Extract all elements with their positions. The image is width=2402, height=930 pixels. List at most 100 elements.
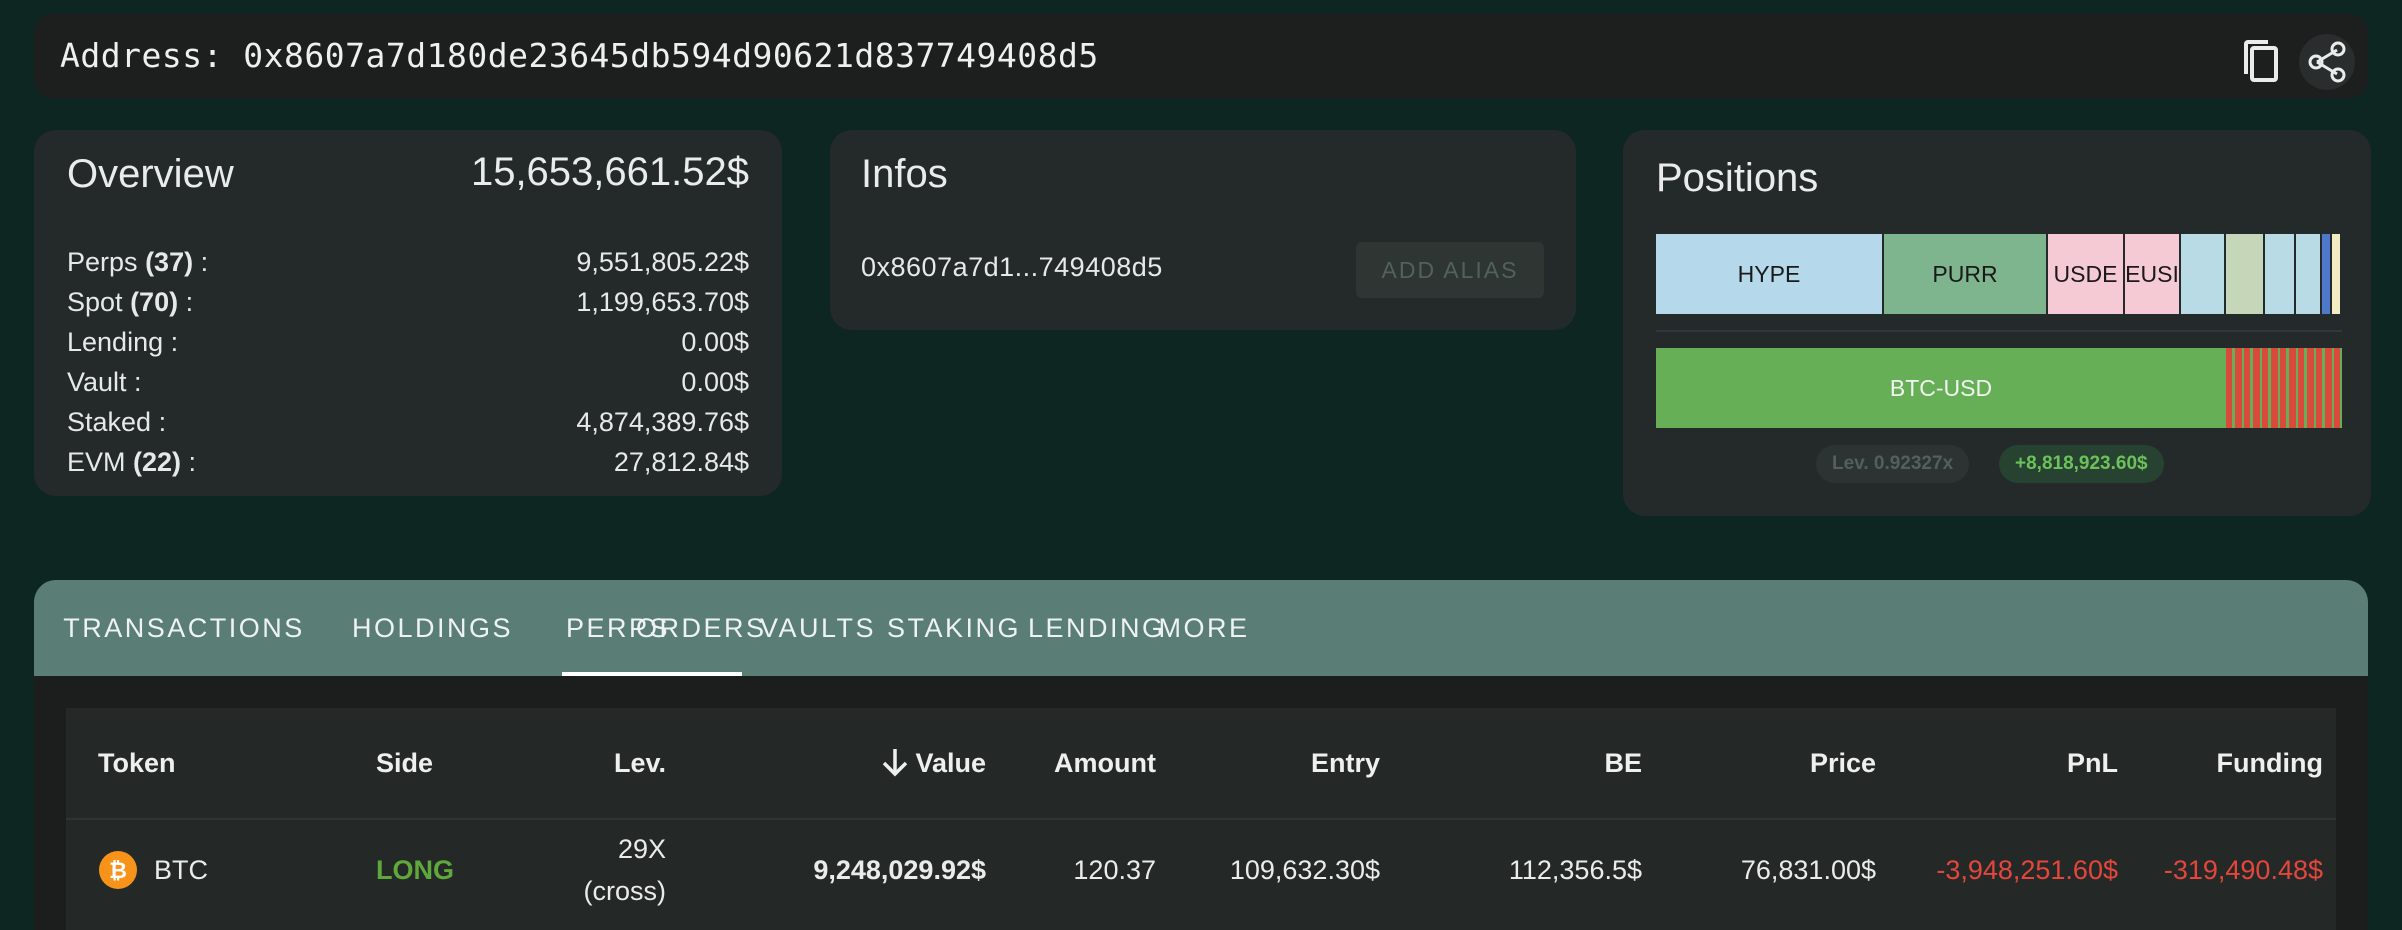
column-header-price[interactable]: Price	[1666, 708, 1876, 818]
copy-icon[interactable]	[2234, 34, 2290, 90]
leverage-label: Lev.	[1832, 453, 1869, 474]
tab-transactions[interactable]: TRANSACTIONS	[34, 580, 334, 676]
overview-row: Perps (37) : 9,551,805.22$	[67, 242, 749, 282]
tab-orders[interactable]: ORDERS	[636, 580, 766, 676]
column-header-label: Funding	[2216, 748, 2323, 778]
active-tab-indicator	[562, 672, 742, 676]
column-header-label: Amount	[1054, 748, 1156, 778]
share-icon[interactable]	[2299, 34, 2355, 90]
overview-row: Vault : 0.00$	[67, 362, 749, 402]
leverage-value: 0.92327x	[1873, 453, 1954, 474]
column-header-label: PnL	[2067, 748, 2118, 778]
pnl-chip: +8,818,923.60$	[1999, 445, 2164, 483]
positions-title: Positions	[1656, 156, 1819, 200]
column-header-be[interactable]: BE	[1396, 708, 1642, 818]
tab-lending[interactable]: LENDING	[1028, 580, 1163, 676]
overview-row: EVM (22) : 27,812.84$	[67, 442, 749, 482]
row-suffix: :	[163, 326, 179, 357]
overview-row: Staked : 4,874,389.76$	[67, 402, 749, 442]
row-suffix: :	[126, 366, 142, 397]
cell-leverage: 29X (cross)	[546, 820, 667, 920]
divider	[1656, 330, 2342, 332]
column-header-label: Token	[98, 748, 176, 778]
column-header-label: BE	[1604, 748, 1642, 778]
column-header-funding[interactable]: Funding	[2136, 708, 2323, 818]
column-header-label: Price	[1809, 748, 1876, 778]
cell-entry: 109,632.30$	[1229, 854, 1380, 885]
tab-vaults[interactable]: VAULTS	[758, 580, 878, 676]
overview-row-label: Vault :	[67, 367, 142, 398]
row-count: (70)	[130, 286, 179, 317]
cell-funding: -319,490.48$	[2163, 854, 2323, 885]
spot-segment[interactable]: HYPE	[1656, 234, 1884, 314]
overview-row-value: 9,551,805.22$	[576, 246, 749, 277]
cell-breakeven: 112,356.5$	[1508, 854, 1642, 885]
column-header-side[interactable]: Side	[376, 708, 526, 818]
perp-allocation-bar: BTC-USD	[1656, 348, 2342, 428]
row-label-text: Lending	[67, 326, 164, 357]
cell-pnl: -3,948,251.60$	[1936, 854, 2118, 885]
overview-title: Overview	[67, 152, 234, 196]
infos-card: Infos 0x8607a7d1...749408d5 ADD ALIAS	[830, 130, 1576, 330]
cell-value: 9,248,029.92$	[813, 854, 986, 885]
overview-row: Lending : 0.00$	[67, 322, 749, 362]
spot-segment[interactable]: PURR	[1884, 234, 2048, 314]
row-suffix: :	[178, 286, 194, 317]
tab-staking[interactable]: STAKING	[884, 580, 1024, 676]
column-header-label: Entry	[1310, 748, 1380, 778]
column-header-lev[interactable]: Lev.	[546, 708, 666, 818]
overview-row-value: 27,812.84$	[613, 446, 749, 477]
column-header-entry[interactable]: Entry	[1176, 708, 1380, 818]
cell-price: 76,831.00$	[1740, 854, 1876, 885]
token-name: BTC	[154, 854, 208, 885]
perp-segment-others[interactable]	[2226, 348, 2342, 428]
perp-segment-btc[interactable]: BTC-USD	[1656, 348, 2226, 428]
tab-bar: TRANSACTIONS HOLDINGS PERPS ORDERS VAULTS STA…	[34, 580, 2368, 676]
address-bar: Address: 0x8607a7d180de23645db594d90621d…	[34, 14, 2368, 98]
svg-text:₿: ₿	[109, 859, 127, 884]
overview-row-value: 4,874,389.76$	[576, 406, 749, 437]
overview-row-value: 1,199,653.70$	[576, 286, 749, 317]
row-suffix: :	[193, 246, 209, 277]
spot-segment[interactable]	[2226, 234, 2265, 314]
spot-segment[interactable]	[2181, 234, 2226, 314]
spot-segment[interactable]: EUSI	[2125, 234, 2181, 314]
cell-token[interactable]: ₿ BTC	[98, 820, 298, 920]
column-header-token[interactable]: Token	[98, 708, 298, 818]
overview-row-label: Lending :	[67, 327, 178, 358]
row-label-text: Vault	[67, 366, 127, 397]
column-header-value[interactable]: Value	[706, 708, 986, 818]
leverage-mode: (cross)	[583, 876, 667, 906]
leverage-multiplier: 29X	[617, 834, 666, 864]
spot-segment[interactable]	[2296, 234, 2322, 314]
tabs-panel: TRANSACTIONS HOLDINGS PERPS ORDERS VAULTS STA…	[34, 580, 2368, 930]
overview-row: Spot (70) : 1,199,653.70$	[67, 282, 749, 322]
column-header-pnl[interactable]: PnL	[1896, 708, 2118, 818]
positions-card: Positions HYPE PURR USDE EUSI BTC-USD Lev. …	[1623, 130, 2371, 516]
btc-coin-icon: ₿	[98, 850, 138, 890]
overview-total: 15,653,661.52$	[470, 150, 749, 194]
overview-row-value: 0.00$	[681, 366, 749, 397]
column-header-amount[interactable]: Amount	[1006, 708, 1156, 818]
perps-table: Token Side Lev. Value Amount Entry BE Price PnL F…	[66, 708, 2336, 930]
spot-segment[interactable]: USDE	[2048, 234, 2125, 314]
row-label-text: Spot	[67, 286, 123, 317]
tab-more[interactable]: MORE	[1144, 580, 1264, 676]
spot-segment[interactable]	[2322, 234, 2332, 314]
address-label: Address: 0x8607a7d180de23645db594d90621d…	[60, 36, 1099, 75]
column-header-label: Side	[376, 748, 434, 778]
row-count: (37)	[145, 246, 194, 277]
spot-segment[interactable]	[2265, 234, 2296, 314]
row-label-text: Perps	[67, 246, 138, 277]
row-count: (22)	[133, 446, 182, 477]
cell-side: LONG	[376, 854, 454, 885]
spot-segment[interactable]	[2332, 234, 2342, 314]
add-alias-button[interactable]: ADD ALIAS	[1356, 242, 1544, 298]
infos-title: Infos	[861, 152, 948, 196]
overview-row-label: Perps (37) :	[67, 247, 208, 278]
overview-card: Overview 15,653,661.52$ Perps (37) : 9,55…	[34, 130, 782, 496]
tab-holdings[interactable]: HOLDINGS	[352, 580, 512, 676]
overview-row-value: 0.00$	[681, 326, 749, 357]
row-label-text: EVM	[67, 446, 126, 477]
row-label-text: Staked	[67, 406, 152, 437]
